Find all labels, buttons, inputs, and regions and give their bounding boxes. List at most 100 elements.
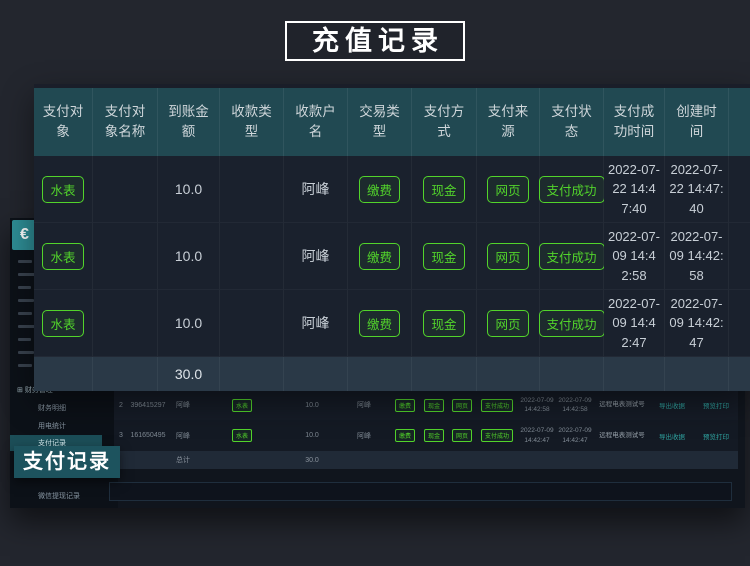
trade-type-badge: 缴费 xyxy=(359,176,400,203)
trade-type-badge: 缴费 xyxy=(395,399,415,412)
recharge-records-table: 支付对象 支付对象名称 到账金额 收款类型 收款户名 交易类型 支付方式 支付来… xyxy=(34,84,750,391)
total-amount-cell: 30.0 xyxy=(158,357,220,391)
row-index: 3 xyxy=(114,432,128,439)
trade-type-badge: 缴费 xyxy=(395,429,415,442)
payer-name: 阿峰 xyxy=(168,400,198,410)
amount-cell: 10.0 xyxy=(158,290,220,357)
pay-status-badge: 支付成功 xyxy=(539,243,605,270)
target-name-cell xyxy=(93,156,158,223)
pay-source-badge: 网页 xyxy=(487,310,528,337)
create-time: 2022-07-09 14:42:58 xyxy=(556,396,594,415)
success-time-cell: 2022-07-22 14:47:40 xyxy=(604,156,665,223)
success-time-cell: 2022-07-09 14:42:58 xyxy=(604,223,665,290)
order-number: 161650495 xyxy=(128,432,168,439)
remark: 远程电表测试号 xyxy=(594,431,650,440)
account-name: 阿峰 xyxy=(338,400,390,410)
column-header-pay-target: 支付对象 xyxy=(34,88,93,156)
preview-print-link[interactable]: 预览打印 xyxy=(694,400,738,410)
total-cell xyxy=(284,357,348,391)
pay-source-badge: 网页 xyxy=(452,429,472,442)
recv-account-cell: 阿峰 xyxy=(284,290,348,357)
clipped-cell: 远 xyxy=(729,223,750,290)
recv-account-cell: 阿峰 xyxy=(284,156,348,223)
target-name-cell xyxy=(93,223,158,290)
screen: 充值记录 € ⊞ 财务管理ˆ 财务明细 用电统计 支付记录 微信提现记录 支付记… xyxy=(0,0,750,566)
pay-target-badge: 水表 xyxy=(42,243,83,270)
table-row: 3 161650495 阿峰 水表 10.0 阿峰 缴费 现金 网页 支付成功 … xyxy=(114,420,738,451)
total-cell xyxy=(665,357,729,391)
recv-account-cell: 阿峰 xyxy=(284,223,348,290)
preview-print-link[interactable]: 预览打印 xyxy=(694,431,738,441)
total-cell xyxy=(220,357,284,391)
sidebar-item-wechat-withdraw-records[interactable]: 微信提现记录 xyxy=(38,491,80,501)
total-cell xyxy=(477,357,540,391)
column-header-recv-type: 收款类型 xyxy=(220,88,284,156)
payer-name: 阿峰 xyxy=(168,431,198,441)
meter-type-badge: 水表 xyxy=(232,429,252,442)
total-cell xyxy=(540,357,604,391)
pay-method-badge: 现金 xyxy=(424,429,444,442)
pay-method-badge: 现金 xyxy=(423,310,464,337)
column-header-pay-source: 支付来源 xyxy=(477,88,540,156)
column-header-success-time: 支付成功时间 xyxy=(604,88,665,156)
column-header-trade-type: 交易类型 xyxy=(348,88,412,156)
total-cell xyxy=(604,357,665,391)
pay-status-badge: 支付成功 xyxy=(539,176,605,203)
account-name: 阿峰 xyxy=(338,431,390,441)
pay-method-badge: 现金 xyxy=(424,399,444,412)
create-time: 2022-07-09 14:42:47 xyxy=(556,426,594,445)
background-footer xyxy=(109,482,732,501)
pay-source-badge: 网页 xyxy=(487,176,528,203)
total-cell xyxy=(412,357,477,391)
column-header-recv-account: 收款户名 xyxy=(284,88,348,156)
remark: 远程电表测试号 xyxy=(594,400,650,409)
pay-target-badge: 水表 xyxy=(42,176,83,203)
pay-source-badge: 网页 xyxy=(487,243,528,270)
row-index: 2 xyxy=(114,402,128,409)
pay-method-badge: 现金 xyxy=(423,176,464,203)
sidebar-item-fragment xyxy=(18,286,31,289)
sidebar-item-fragment xyxy=(18,273,35,276)
pay-source-badge: 网页 xyxy=(452,399,472,412)
column-header-pay-method: 支付方式 xyxy=(412,88,477,156)
sidebar-item-electricity-stats[interactable]: 用电统计 xyxy=(38,421,66,431)
sidebar-item-finance-detail[interactable]: 财务明细 xyxy=(38,403,66,413)
pay-target-badge: 水表 xyxy=(42,310,83,337)
success-time-cell: 2022-07-09 14:42:47 xyxy=(604,290,665,357)
sidebar-item-fragment xyxy=(18,338,31,341)
column-header-pay-status: 支付状态 xyxy=(540,88,604,156)
pay-status-badge: 支付成功 xyxy=(539,310,605,337)
column-header-create-time: 创建时间 xyxy=(665,88,729,156)
total-label: 总计 xyxy=(168,455,198,465)
sidebar-item-fragment xyxy=(18,364,32,367)
clipped-cell: 远 xyxy=(729,290,750,357)
pay-status-badge: 支付成功 xyxy=(481,429,513,442)
create-time-cell: 2022-07-09 14:42:58 xyxy=(665,223,729,290)
amount-cell: 10.0 xyxy=(158,156,220,223)
total-amount: 30.0 xyxy=(286,457,338,464)
create-time-cell: 2022-07-22 14:47:40 xyxy=(665,156,729,223)
sidebar-item-fragment xyxy=(18,299,34,302)
create-time-cell: 2022-07-09 14:42:47 xyxy=(665,290,729,357)
export-receipt-link[interactable]: 导出收据 xyxy=(650,400,694,410)
export-receipt-link[interactable]: 导出收据 xyxy=(650,431,694,441)
target-name-cell xyxy=(93,290,158,357)
column-header-target-name: 支付对象名称 xyxy=(93,88,158,156)
column-header-amount: 到账金额 xyxy=(158,88,220,156)
table-total-row: 总计 30.0 xyxy=(114,451,738,469)
clipped-cell: 远 xyxy=(729,156,750,223)
trade-type-badge: 缴费 xyxy=(359,310,400,337)
amount-cell: 10.0 xyxy=(158,223,220,290)
success-time: 2022-07-09 14:42:47 xyxy=(518,426,556,445)
sidebar-item-fragment xyxy=(18,351,34,354)
recv-type-cell xyxy=(220,223,284,290)
trade-type-badge: 缴费 xyxy=(359,243,400,270)
table-row: 2 396415297 阿峰 水表 10.0 阿峰 缴费 现金 网页 支付成功 … xyxy=(114,390,738,420)
order-number: 396415297 xyxy=(128,402,168,409)
recv-type-cell xyxy=(220,290,284,357)
amount: 10.0 xyxy=(286,402,338,409)
recv-type-cell xyxy=(220,156,284,223)
grid-icon: ⊞ xyxy=(17,387,25,394)
meter-type-badge: 水表 xyxy=(232,399,252,412)
total-cell xyxy=(93,357,158,391)
